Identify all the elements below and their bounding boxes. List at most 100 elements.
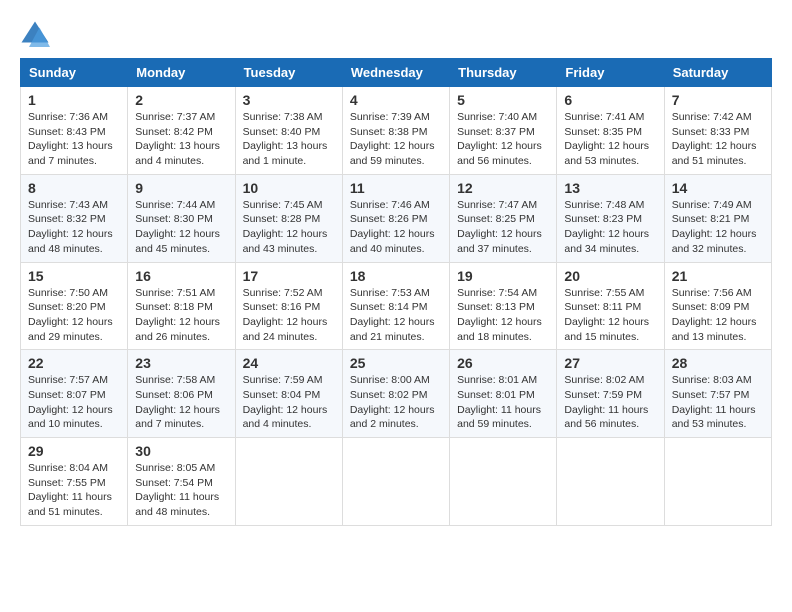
sunrise-text: Sunrise: 7:41 AM [564, 110, 656, 125]
day-number: 18 [350, 268, 442, 284]
daylight-text: Daylight: 12 hours and 43 minutes. [243, 227, 335, 256]
daylight-text: Daylight: 12 hours and 13 minutes. [672, 315, 764, 344]
calendar-day-cell: 23 Sunrise: 7:58 AM Sunset: 8:06 PM Dayl… [128, 350, 235, 438]
daylight-text: Daylight: 12 hours and 2 minutes. [350, 403, 442, 432]
calendar-day-header: Friday [557, 59, 664, 87]
calendar-week-row: 8 Sunrise: 7:43 AM Sunset: 8:32 PM Dayli… [21, 174, 772, 262]
calendar-day-cell: 3 Sunrise: 7:38 AM Sunset: 8:40 PM Dayli… [235, 87, 342, 175]
sunrise-text: Sunrise: 7:38 AM [243, 110, 335, 125]
day-number: 22 [28, 355, 120, 371]
calendar-day-cell: 8 Sunrise: 7:43 AM Sunset: 8:32 PM Dayli… [21, 174, 128, 262]
day-number: 13 [564, 180, 656, 196]
day-info: Sunrise: 7:58 AM Sunset: 8:06 PM Dayligh… [135, 373, 227, 432]
daylight-text: Daylight: 12 hours and 15 minutes. [564, 315, 656, 344]
daylight-text: Daylight: 11 hours and 59 minutes. [457, 403, 549, 432]
calendar-day-cell [450, 438, 557, 526]
day-number: 24 [243, 355, 335, 371]
calendar-day-cell: 18 Sunrise: 7:53 AM Sunset: 8:14 PM Dayl… [342, 262, 449, 350]
sunrise-text: Sunrise: 7:56 AM [672, 286, 764, 301]
day-number: 28 [672, 355, 764, 371]
sunset-text: Sunset: 8:38 PM [350, 125, 442, 140]
day-number: 16 [135, 268, 227, 284]
daylight-text: Daylight: 13 hours and 1 minute. [243, 139, 335, 168]
day-number: 30 [135, 443, 227, 459]
sunrise-text: Sunrise: 7:47 AM [457, 198, 549, 213]
day-info: Sunrise: 7:57 AM Sunset: 8:07 PM Dayligh… [28, 373, 120, 432]
calendar-table: SundayMondayTuesdayWednesdayThursdayFrid… [20, 58, 772, 526]
sunrise-text: Sunrise: 7:51 AM [135, 286, 227, 301]
sunset-text: Sunset: 8:13 PM [457, 300, 549, 315]
sunset-text: Sunset: 8:40 PM [243, 125, 335, 140]
day-info: Sunrise: 7:53 AM Sunset: 8:14 PM Dayligh… [350, 286, 442, 345]
daylight-text: Daylight: 12 hours and 51 minutes. [672, 139, 764, 168]
calendar-day-cell: 27 Sunrise: 8:02 AM Sunset: 7:59 PM Dayl… [557, 350, 664, 438]
sunrise-text: Sunrise: 7:55 AM [564, 286, 656, 301]
sunrise-text: Sunrise: 7:44 AM [135, 198, 227, 213]
calendar-day-cell: 26 Sunrise: 8:01 AM Sunset: 8:01 PM Dayl… [450, 350, 557, 438]
calendar-day-cell: 11 Sunrise: 7:46 AM Sunset: 8:26 PM Dayl… [342, 174, 449, 262]
day-info: Sunrise: 7:43 AM Sunset: 8:32 PM Dayligh… [28, 198, 120, 257]
daylight-text: Daylight: 12 hours and 34 minutes. [564, 227, 656, 256]
sunset-text: Sunset: 8:02 PM [350, 388, 442, 403]
daylight-text: Daylight: 12 hours and 29 minutes. [28, 315, 120, 344]
day-info: Sunrise: 8:02 AM Sunset: 7:59 PM Dayligh… [564, 373, 656, 432]
daylight-text: Daylight: 12 hours and 7 minutes. [135, 403, 227, 432]
sunrise-text: Sunrise: 7:52 AM [243, 286, 335, 301]
day-info: Sunrise: 7:37 AM Sunset: 8:42 PM Dayligh… [135, 110, 227, 169]
sunrise-text: Sunrise: 7:42 AM [672, 110, 764, 125]
calendar-day-header: Sunday [21, 59, 128, 87]
sunset-text: Sunset: 8:23 PM [564, 212, 656, 227]
sunset-text: Sunset: 8:18 PM [135, 300, 227, 315]
daylight-text: Daylight: 12 hours and 21 minutes. [350, 315, 442, 344]
sunset-text: Sunset: 8:06 PM [135, 388, 227, 403]
sunrise-text: Sunrise: 7:39 AM [350, 110, 442, 125]
calendar-day-cell [664, 438, 771, 526]
calendar-week-row: 1 Sunrise: 7:36 AM Sunset: 8:43 PM Dayli… [21, 87, 772, 175]
day-info: Sunrise: 7:46 AM Sunset: 8:26 PM Dayligh… [350, 198, 442, 257]
day-number: 14 [672, 180, 764, 196]
sunrise-text: Sunrise: 7:46 AM [350, 198, 442, 213]
calendar-day-header: Wednesday [342, 59, 449, 87]
sunset-text: Sunset: 8:32 PM [28, 212, 120, 227]
sunset-text: Sunset: 8:20 PM [28, 300, 120, 315]
day-info: Sunrise: 7:38 AM Sunset: 8:40 PM Dayligh… [243, 110, 335, 169]
sunrise-text: Sunrise: 8:01 AM [457, 373, 549, 388]
sunrise-text: Sunrise: 7:58 AM [135, 373, 227, 388]
sunset-text: Sunset: 8:28 PM [243, 212, 335, 227]
day-number: 20 [564, 268, 656, 284]
sunset-text: Sunset: 7:57 PM [672, 388, 764, 403]
day-info: Sunrise: 7:47 AM Sunset: 8:25 PM Dayligh… [457, 198, 549, 257]
day-number: 10 [243, 180, 335, 196]
daylight-text: Daylight: 11 hours and 56 minutes. [564, 403, 656, 432]
daylight-text: Daylight: 11 hours and 51 minutes. [28, 490, 120, 519]
day-number: 19 [457, 268, 549, 284]
calendar-day-cell [342, 438, 449, 526]
sunset-text: Sunset: 8:09 PM [672, 300, 764, 315]
calendar-day-cell: 5 Sunrise: 7:40 AM Sunset: 8:37 PM Dayli… [450, 87, 557, 175]
daylight-text: Daylight: 12 hours and 56 minutes. [457, 139, 549, 168]
calendar-day-cell [557, 438, 664, 526]
daylight-text: Daylight: 11 hours and 53 minutes. [672, 403, 764, 432]
calendar-header-row: SundayMondayTuesdayWednesdayThursdayFrid… [21, 59, 772, 87]
daylight-text: Daylight: 12 hours and 53 minutes. [564, 139, 656, 168]
calendar-day-cell: 12 Sunrise: 7:47 AM Sunset: 8:25 PM Dayl… [450, 174, 557, 262]
day-number: 7 [672, 92, 764, 108]
calendar-day-cell: 28 Sunrise: 8:03 AM Sunset: 7:57 PM Dayl… [664, 350, 771, 438]
daylight-text: Daylight: 12 hours and 18 minutes. [457, 315, 549, 344]
sunrise-text: Sunrise: 8:05 AM [135, 461, 227, 476]
calendar-day-cell: 2 Sunrise: 7:37 AM Sunset: 8:42 PM Dayli… [128, 87, 235, 175]
sunrise-text: Sunrise: 7:57 AM [28, 373, 120, 388]
day-number: 6 [564, 92, 656, 108]
day-info: Sunrise: 7:42 AM Sunset: 8:33 PM Dayligh… [672, 110, 764, 169]
calendar-day-cell: 4 Sunrise: 7:39 AM Sunset: 8:38 PM Dayli… [342, 87, 449, 175]
calendar-week-row: 15 Sunrise: 7:50 AM Sunset: 8:20 PM Dayl… [21, 262, 772, 350]
sunrise-text: Sunrise: 8:02 AM [564, 373, 656, 388]
sunrise-text: Sunrise: 7:59 AM [243, 373, 335, 388]
sunset-text: Sunset: 8:35 PM [564, 125, 656, 140]
sunset-text: Sunset: 8:42 PM [135, 125, 227, 140]
daylight-text: Daylight: 12 hours and 37 minutes. [457, 227, 549, 256]
day-info: Sunrise: 7:36 AM Sunset: 8:43 PM Dayligh… [28, 110, 120, 169]
sunrise-text: Sunrise: 7:40 AM [457, 110, 549, 125]
calendar-day-cell: 22 Sunrise: 7:57 AM Sunset: 8:07 PM Dayl… [21, 350, 128, 438]
day-info: Sunrise: 7:50 AM Sunset: 8:20 PM Dayligh… [28, 286, 120, 345]
